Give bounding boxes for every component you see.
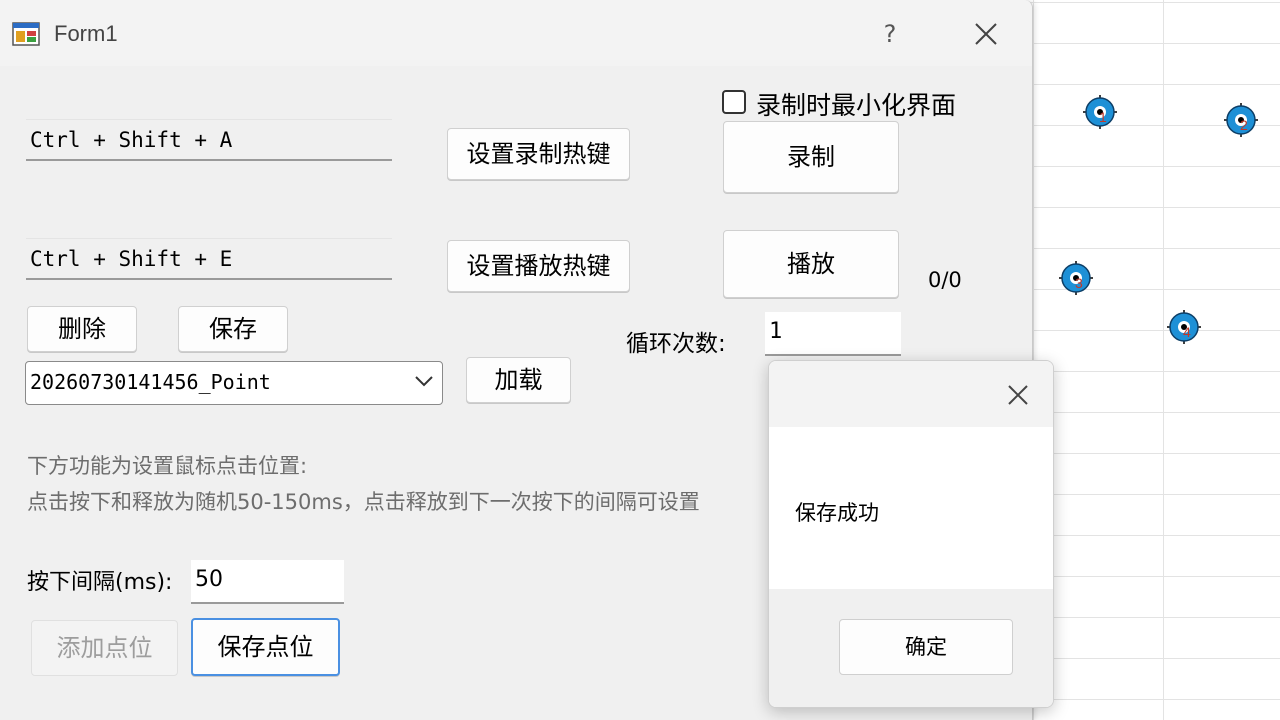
click-marker-4: 4 [1167,310,1201,344]
marker-number: 2 [1240,117,1248,133]
play-hotkey-field[interactable]: Ctrl + Shift + E [26,238,392,280]
close-icon [975,23,997,45]
message-text: 保存成功 [795,501,879,525]
save-points-button[interactable]: 保存点位 [191,618,340,676]
app-icon [12,22,40,46]
add-point-button[interactable]: 添加点位 [31,620,178,676]
click-marker-3: 3 [1059,261,1093,295]
record-hotkey-field[interactable]: Ctrl + Shift + A [26,119,392,161]
progress-counter: 0/0 [928,268,962,292]
chevron-down-icon [415,376,433,387]
message-box-dialog: 保存成功 确定 [768,360,1054,708]
window-title: Form1 [54,21,118,46]
set-play-hotkey-button[interactable]: 设置播放热键 [447,240,630,292]
loop-count-input[interactable]: 1 [765,312,901,356]
minimize-checkbox-label[interactable]: 录制时最小化界面 [756,86,956,122]
record-button[interactable]: 录制 [723,121,899,193]
load-button[interactable]: 加载 [466,357,571,403]
loop-count-label: 循环次数: [626,331,726,357]
info-line-2: 点击按下和释放为随机50-150ms，点击释放到下一次按下的间隔可设置 [27,490,700,514]
marker-number: 1 [1099,109,1107,125]
close-icon [1008,385,1028,405]
close-button[interactable] [966,16,1006,52]
info-line-1: 下方功能为设置鼠标点击位置: [27,454,308,478]
play-button[interactable]: 播放 [723,230,899,298]
message-box-close-button[interactable] [999,377,1037,413]
saved-file-select[interactable]: 20260730141456_Point [25,361,443,405]
interval-label: 按下间隔(ms): [27,570,173,595]
saved-file-select-value: 20260730141456_Point [30,370,271,394]
marker-number: 4 [1183,324,1191,340]
help-button[interactable]: ? [872,18,908,50]
ok-button[interactable]: 确定 [839,619,1013,675]
marker-number: 3 [1075,275,1083,291]
set-record-hotkey-button[interactable]: 设置录制热键 [447,128,630,180]
title-bar[interactable]: Form1 ? [0,0,1032,66]
interval-input[interactable]: 50 [191,560,344,604]
save-button[interactable]: 保存 [178,306,288,352]
click-marker-1: 1 [1083,95,1117,129]
click-marker-2: 2 [1224,103,1258,137]
delete-button[interactable]: 删除 [27,306,137,352]
minimize-checkbox[interactable] [722,90,746,114]
